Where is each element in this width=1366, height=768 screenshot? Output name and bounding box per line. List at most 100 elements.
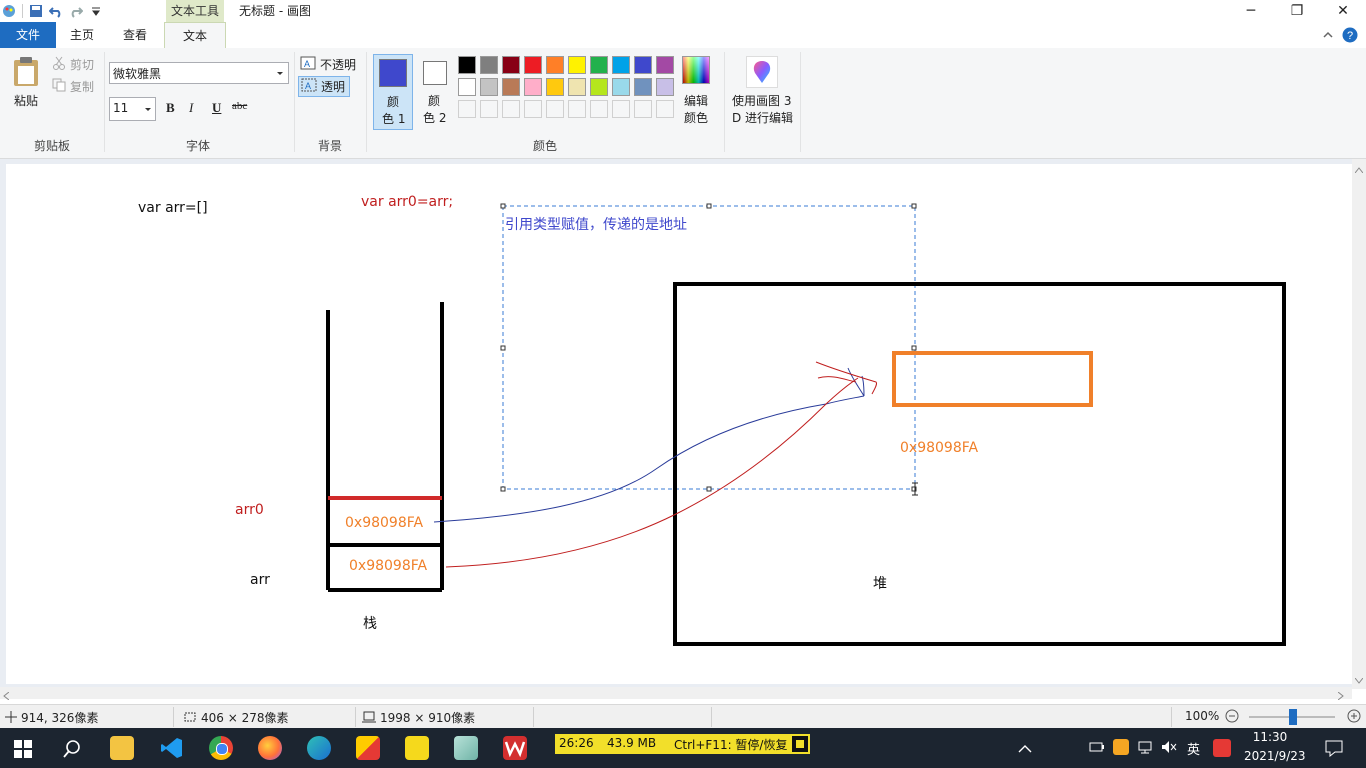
tray-app-icon[interactable] [1113,739,1129,755]
clock-time[interactable]: 11:30 [1248,730,1292,744]
custom-color-slot[interactable] [480,100,498,118]
transparent-button[interactable]: A 透明 [298,76,351,97]
vscode-icon[interactable] [160,736,184,760]
scroll-right-icon[interactable] [1337,689,1344,703]
paste-button[interactable] [12,56,40,91]
paint3d-icon[interactable] [746,56,778,88]
palette-color-swatch[interactable] [524,78,542,96]
notifications-icon[interactable] [1325,739,1343,760]
tab-home[interactable]: 主页 [58,22,106,48]
scissors-icon [52,56,66,73]
battery-icon[interactable] [1089,740,1105,757]
palette-color-swatch[interactable] [590,56,608,74]
zoom-slider-thumb[interactable] [1289,709,1297,725]
palette-color-swatch[interactable] [612,56,630,74]
undo-icon[interactable] [48,4,63,18]
cut-button[interactable]: 剪切 [52,56,94,73]
custom-color-slot[interactable] [656,100,674,118]
font-size-value: 11 [113,101,129,115]
edge-icon[interactable] [307,736,331,760]
zoom-out-icon[interactable] [1225,709,1239,726]
custom-color-slot[interactable] [502,100,520,118]
paste-icon [12,57,40,91]
palette-color-swatch[interactable] [634,78,652,96]
palette-color-swatch[interactable] [480,56,498,74]
network-icon[interactable] [1137,740,1153,757]
palette-color-swatch[interactable] [458,56,476,74]
tab-file[interactable]: 文件 [0,22,56,48]
italic-button[interactable]: I [189,100,193,116]
help-icon[interactable]: ? [1342,27,1358,46]
palette-color-swatch[interactable] [524,56,542,74]
tab-view[interactable]: 查看 [108,22,162,48]
context-tab-text-tools: 文本工具 [166,0,224,22]
font-size-select[interactable]: 11 [109,97,156,121]
zoom-slider[interactable] [1249,709,1335,725]
svg-text:?: ? [1347,30,1353,42]
custom-color-slot[interactable] [612,100,630,118]
custom-color-slot[interactable] [458,100,476,118]
palette-color-swatch[interactable] [546,78,564,96]
ime-indicator[interactable]: 英 [1187,739,1200,758]
sticky-notes-icon[interactable] [405,736,429,760]
font-family-select[interactable]: 微软雅黑 [109,62,289,84]
paint-taskbar-icon[interactable] [454,736,478,760]
palette-color-swatch[interactable] [458,78,476,96]
sogou-ime-icon[interactable] [1213,739,1231,757]
palette-color-swatch[interactable] [502,78,520,96]
opaque-button[interactable]: A 不透明 [300,56,356,73]
tool-app-icon[interactable] [356,736,380,760]
underline-button[interactable]: U [212,100,221,116]
title-bar: 文本工具 无标题 - 画图 ─ ❐ ✕ [0,0,1366,22]
palette-color-swatch[interactable] [656,78,674,96]
collapse-ribbon-icon[interactable] [1322,29,1334,44]
search-icon[interactable] [62,739,82,762]
palette-color-swatch[interactable] [634,56,652,74]
palette-color-swatch[interactable] [612,78,630,96]
file-explorer-icon[interactable] [110,736,134,760]
color2-button[interactable]: 颜 色 2 [416,54,454,130]
custom-color-slot[interactable] [546,100,564,118]
minimize-button[interactable]: ─ [1228,0,1274,22]
close-button[interactable]: ✕ [1320,0,1366,22]
chrome-icon[interactable] [209,736,233,760]
strikethrough-button[interactable]: abc [232,100,247,112]
copy-button[interactable]: 复制 [52,78,94,95]
clock-date[interactable]: 2021/9/23 [1244,749,1306,763]
scroll-down-icon[interactable] [1354,673,1364,687]
custom-color-slot[interactable] [590,100,608,118]
windows-start-icon[interactable] [14,740,32,761]
palette-color-swatch[interactable] [480,78,498,96]
palette-color-swatch[interactable] [590,78,608,96]
vertical-scrollbar[interactable] [1352,159,1366,689]
palette-color-swatch[interactable] [546,56,564,74]
palette-color-swatch[interactable] [568,78,586,96]
custom-color-slot[interactable] [524,100,542,118]
firefox-icon[interactable] [258,736,282,760]
palette-color-swatch[interactable] [568,56,586,74]
scroll-up-icon[interactable] [1354,162,1364,176]
redo-icon[interactable] [69,4,84,18]
volume-muted-icon[interactable] [1161,740,1177,757]
custom-color-slot[interactable] [634,100,652,118]
horizontal-scrollbar[interactable] [0,687,1352,701]
edit-colors-icon[interactable] [682,56,710,84]
tab-text[interactable]: 文本 [164,22,226,50]
label-arr0: arr0 [235,502,264,518]
drawing-canvas[interactable]: var arr=[] var arr0=arr; 引用类型赋值，传递的是地址 a… [6,164,1352,684]
customize-qat-icon[interactable] [89,4,103,18]
text-annotation[interactable]: 引用类型赋值，传递的是地址 [505,214,687,234]
custom-color-slot[interactable] [568,100,586,118]
save-icon[interactable] [29,4,43,18]
restore-button[interactable]: ❐ [1274,0,1320,22]
bold-button[interactable]: B [166,100,175,116]
stop-recording-button[interactable] [792,736,808,752]
zoom-in-icon[interactable] [1347,709,1361,726]
paint-app-icon[interactable] [2,4,16,18]
palette-color-swatch[interactable] [656,56,674,74]
tray-expand-icon[interactable] [1018,743,1032,757]
wps-icon[interactable] [503,736,527,760]
color1-button[interactable]: 颜 色 1 [373,54,413,130]
palette-color-swatch[interactable] [502,56,520,74]
scroll-left-icon[interactable] [3,689,10,703]
